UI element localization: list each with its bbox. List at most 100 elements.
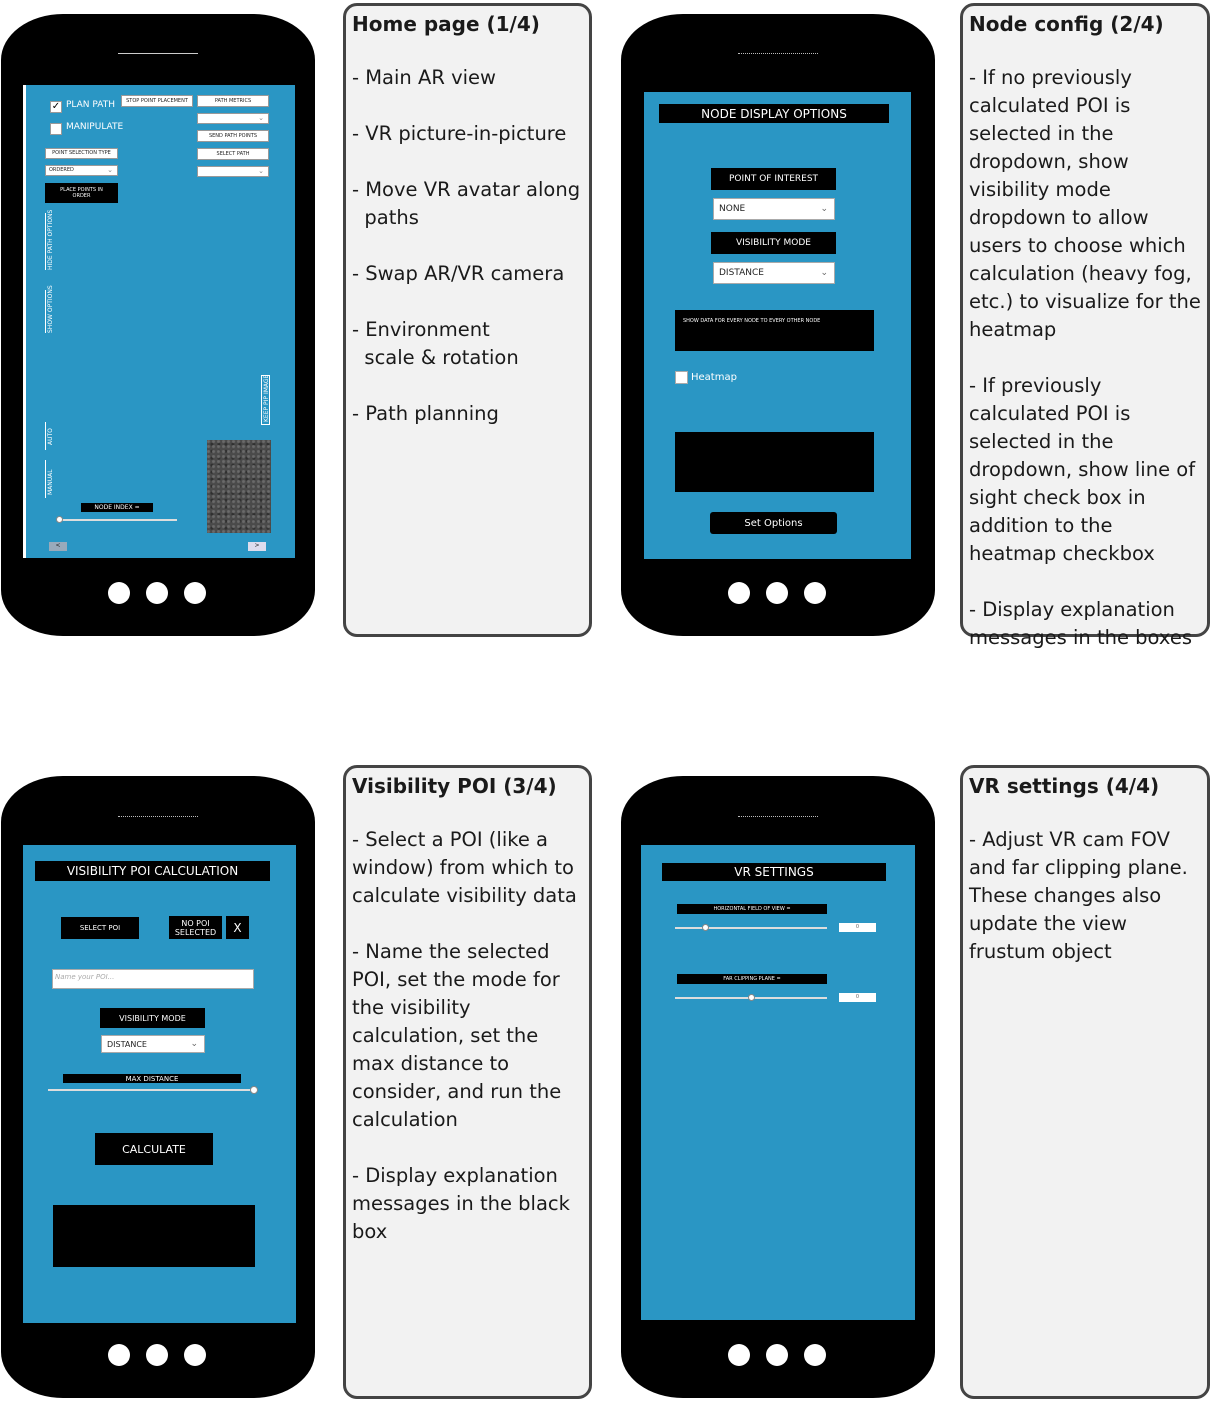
plan-path-checkbox[interactable]: ✓ xyxy=(50,101,62,113)
far-value-field[interactable]: 0 xyxy=(839,993,876,1002)
far-clipping-label: FAR CLIPPING PLANE = xyxy=(677,974,827,984)
clear-poi-button[interactable]: X xyxy=(226,916,249,939)
nav-dot-left[interactable] xyxy=(108,582,130,604)
card-item: - If previously calculated POI is select… xyxy=(969,374,1202,565)
next-button[interactable]: > xyxy=(248,542,266,551)
far-slider-thumb[interactable] xyxy=(748,994,755,1001)
card-item: - Select a POI (like a window) from whic… xyxy=(352,828,581,907)
card-title: Home page (1/4) xyxy=(352,12,540,36)
nav-dot-center[interactable] xyxy=(766,1344,788,1366)
card-item: - Path planning xyxy=(352,402,499,425)
nav-dot-right[interactable] xyxy=(804,1344,826,1366)
card-item: - Adjust VR cam FOV and far clipping pla… xyxy=(969,828,1195,963)
node-message-text: SHOW DATA FOR EVERY NODE TO EVERY OTHER … xyxy=(683,318,821,324)
nav-dot-left[interactable] xyxy=(728,582,750,604)
card-item: - If no previously calculated POI is sel… xyxy=(969,66,1208,341)
chevron-down-icon: ⌄ xyxy=(820,204,828,214)
card-item: - Main AR view xyxy=(352,66,496,89)
speaker xyxy=(118,816,198,818)
plan-path-label: PLAN PATH xyxy=(66,100,115,110)
select-path-button[interactable]: SELECT PATH xyxy=(197,148,269,160)
card-visibility-poi: Visibility POI (3/4) - Select a POI (lik… xyxy=(343,765,592,1399)
max-distance-slider-thumb[interactable] xyxy=(250,1086,258,1094)
nav-dot-center[interactable] xyxy=(766,582,788,604)
keep-pip-label: KEEP PIP IMAGE xyxy=(263,374,270,422)
place-points-button[interactable]: PLACE POINTS IN ORDER xyxy=(45,183,118,203)
card-home-page: Home page (1/4) - Main AR view - VR pict… xyxy=(343,3,592,637)
visibility-mode-label: VISIBILITY MODE xyxy=(100,1008,205,1028)
chevron-down-icon: ⌄ xyxy=(190,1039,198,1049)
fov-slider-track[interactable] xyxy=(675,927,827,929)
phone-visibility-poi: VISIBILITY POI CALCULATION SELECT POI NO… xyxy=(1,776,315,1398)
phone-vr-settings: VR SETTINGS HORIZONTAL FIELD OF VIEW = 0… xyxy=(621,776,935,1398)
no-poi-selected-label: NO POI SELECTED xyxy=(169,916,222,939)
send-path-points-button[interactable]: SEND PATH POINTS xyxy=(197,130,269,142)
nav-dot-center[interactable] xyxy=(146,582,168,604)
calculate-button[interactable]: CALCULATE xyxy=(95,1133,213,1165)
visibility-mode-label: VISIBILITY MODE xyxy=(711,232,836,254)
nav-dot-right[interactable] xyxy=(184,582,206,604)
phone-node-config: NODE DISPLAY OPTIONS POINT OF INTEREST N… xyxy=(621,14,935,636)
prev-button[interactable]: < xyxy=(49,542,67,551)
nav-dot-right[interactable] xyxy=(804,582,826,604)
card-item: - Name the selected POI, set the mode fo… xyxy=(352,940,568,1131)
visibility-mode-dropdown[interactable]: DISTANCE ⌄ xyxy=(713,262,835,284)
visibility-mode-value: DISTANCE xyxy=(719,268,764,278)
node-screen: NODE DISPLAY OPTIONS POINT OF INTEREST N… xyxy=(644,92,911,559)
poi-dropdown[interactable]: NONE ⌄ xyxy=(713,198,835,220)
show-options-label: SHOW OPTIONS xyxy=(47,285,54,333)
card-node-config: Node config (2/4) - If no previously cal… xyxy=(960,3,1210,649)
max-distance-label: MAX DISTANCE xyxy=(63,1074,241,1083)
close-icon: X xyxy=(233,920,242,935)
poi-screen: VISIBILITY POI CALCULATION SELECT POI NO… xyxy=(23,845,296,1323)
fov-label: HORIZONTAL FIELD OF VIEW = xyxy=(677,904,827,914)
node-index-slider-thumb[interactable] xyxy=(56,516,63,523)
poi-name-input[interactable]: Name your POI... xyxy=(52,969,254,989)
nav-dot-center[interactable] xyxy=(146,1344,168,1366)
manipulate-label: MANIPULATE xyxy=(66,122,124,132)
max-distance-slider-track[interactable] xyxy=(48,1089,256,1091)
path-metrics-button[interactable]: PATH METRICS xyxy=(197,95,269,107)
card-title: Node config (2/4) xyxy=(969,12,1164,36)
next-arrow-icon: > xyxy=(254,542,260,549)
point-of-interest-label: POINT OF INTEREST xyxy=(711,168,836,190)
point-selection-dropdown[interactable]: ORDERED ⌄ xyxy=(45,165,118,176)
hide-path-options-label: HIDE PATH OPTIONS xyxy=(47,209,54,270)
fov-value-field[interactable]: 0 xyxy=(839,923,876,932)
card-vr-settings: VR settings (4/4) - Adjust VR cam FOV an… xyxy=(960,765,1210,1399)
node-display-options-header: NODE DISPLAY OPTIONS xyxy=(659,104,889,123)
visibility-mode-dropdown[interactable]: DISTANCE ⌄ xyxy=(101,1035,205,1053)
select-poi-button[interactable]: SELECT POI xyxy=(61,917,139,939)
manual-label: MANUAL xyxy=(47,469,54,495)
card-item: - VR picture-in-picture xyxy=(352,122,567,145)
path-metrics-dropdown[interactable]: ⌄ xyxy=(197,113,269,124)
node-index-slider-track[interactable] xyxy=(57,519,177,521)
home-screen: ✓ PLAN PATH MANIPULATE STOP POINT PLACEM… xyxy=(23,85,295,558)
heatmap-checkbox[interactable] xyxy=(675,371,688,384)
card-title: Visibility POI (3/4) xyxy=(352,774,557,798)
nav-dot-left[interactable] xyxy=(728,1344,750,1366)
card-item: - Display explanation messages in the bl… xyxy=(352,1164,577,1243)
stop-point-placement-button[interactable]: STOP POINT PLACEMENT xyxy=(121,95,193,107)
fov-value: 0 xyxy=(855,924,860,930)
screen-left-edge xyxy=(23,85,26,558)
node-message-box: SHOW DATA FOR EVERY NODE TO EVERY OTHER … xyxy=(675,310,874,351)
vr-settings-header: VR SETTINGS xyxy=(662,863,886,881)
select-path-dropdown[interactable]: ⌄ xyxy=(197,166,269,177)
poi-name-placeholder: Name your POI... xyxy=(55,973,115,981)
nav-dot-left[interactable] xyxy=(108,1344,130,1366)
ordered-value: ORDERED xyxy=(49,167,74,173)
node-explanation-box xyxy=(675,432,874,492)
heatmap-label: Heatmap xyxy=(691,372,737,383)
set-options-button[interactable]: Set Options xyxy=(710,512,837,534)
fov-slider-thumb[interactable] xyxy=(702,924,710,931)
phone-home: ✓ PLAN PATH MANIPULATE STOP POINT PLACEM… xyxy=(1,14,315,636)
far-value: 0 xyxy=(855,994,860,1000)
manipulate-checkbox[interactable] xyxy=(50,123,62,135)
card-item: - Move VR avatar along paths xyxy=(352,178,581,229)
card-item: - Environment scale & rotation xyxy=(352,318,519,369)
vr-screen: VR SETTINGS HORIZONTAL FIELD OF VIEW = 0… xyxy=(641,845,915,1320)
nav-dot-right[interactable] xyxy=(184,1344,206,1366)
poi-explanation-box xyxy=(53,1205,255,1267)
point-selection-type-label: POINT SELECTION TYPE xyxy=(45,148,118,159)
